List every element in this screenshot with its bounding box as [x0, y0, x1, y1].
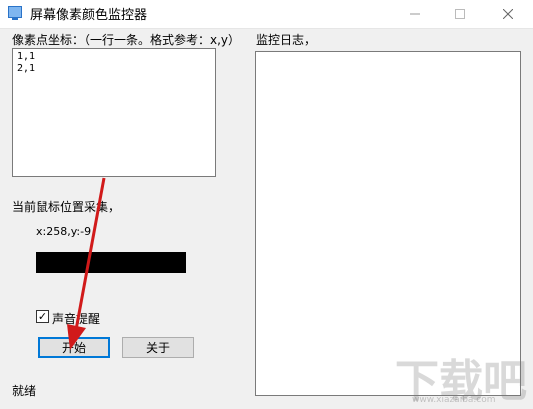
about-button[interactable]: 关于: [122, 337, 194, 358]
minimize-icon: [409, 13, 420, 15]
coord-line: 2,1: [17, 63, 36, 74]
sound-label: 声音提醒: [52, 312, 101, 326]
minimize-button[interactable]: [392, 0, 437, 28]
capture-label: 当前鼠标位置采集，: [12, 200, 121, 214]
maximize-button[interactable]: [437, 0, 482, 28]
coords-label: 像素点坐标：（一行一条。格式参考：x,y）: [12, 33, 241, 47]
color-swatch: [36, 252, 186, 273]
coords-textarea[interactable]: 1,1 2,1: [12, 48, 216, 177]
maximize-icon: [454, 9, 465, 19]
sound-checkbox[interactable]: ✓: [36, 310, 49, 323]
coord-line: 1,1: [17, 51, 36, 62]
title-bar[interactable]: 屏幕像素颜色监控器: [0, 0, 533, 29]
mouse-position-text: x:258,y:-9: [36, 225, 92, 238]
status-text: 就绪: [12, 384, 37, 398]
close-icon: [502, 9, 513, 19]
check-icon: ✓: [37, 310, 48, 323]
watermark-url: www.xiazaiba.com: [412, 395, 496, 405]
window-title: 屏幕像素颜色监控器: [30, 8, 148, 23]
log-label: 监控日志，: [256, 33, 317, 47]
start-button[interactable]: 开始: [38, 337, 110, 358]
monitor-icon: [8, 6, 22, 20]
close-button[interactable]: [485, 0, 530, 28]
